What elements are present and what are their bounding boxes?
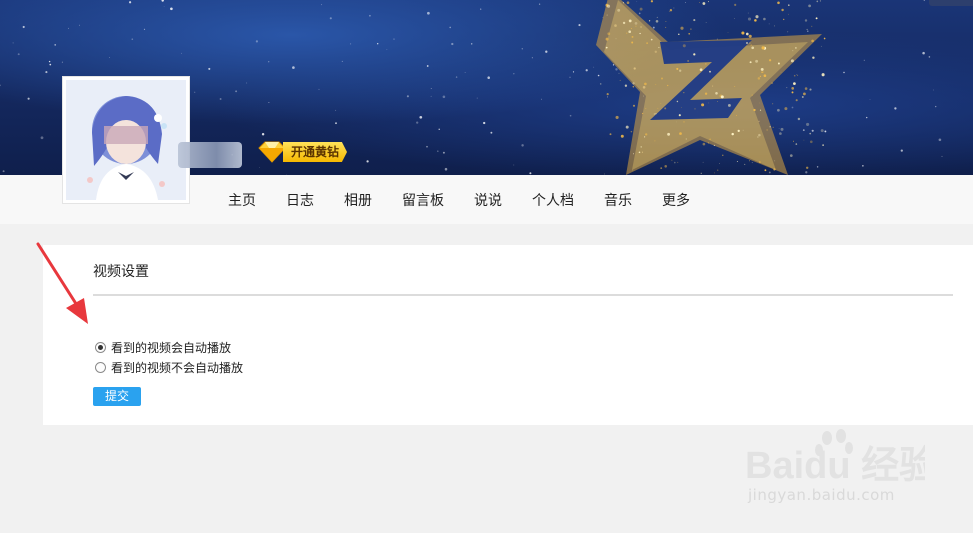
option-no-autoplay-label: 看到的视频不会自动播放 — [111, 361, 244, 375]
blurred-nickname — [178, 142, 242, 168]
nav-item-album[interactable]: 相册 — [344, 190, 372, 210]
submit-button[interactable]: 提交 — [93, 387, 141, 406]
panel-title: 视频设置 — [93, 264, 149, 280]
baidu-watermark-logo: Baidu 经验 — [745, 429, 925, 487]
nav-item-moments[interactable]: 说说 — [474, 190, 502, 210]
nav-item-home[interactable]: 主页 — [228, 190, 256, 210]
nav-list: 主页 日志 相册 留言板 说说 个人档 音乐 更多 — [228, 175, 720, 224]
panel-divider — [93, 294, 953, 296]
watermark-brand: Baidu 经验 — [745, 445, 925, 487]
nav-item-profile[interactable]: 个人档 — [532, 190, 574, 210]
option-autoplay-label: 看到的视频会自动播放 — [111, 341, 232, 355]
red-annotation-arrow-icon — [36, 242, 88, 324]
sparkle-star-logo — [596, 0, 826, 175]
nav-item-message-board[interactable]: 留言板 — [402, 190, 444, 210]
banner-corner-tab[interactable] — [929, 0, 973, 6]
option-no-autoplay[interactable]: 看到的视频不会自动播放 — [95, 359, 243, 376]
radio-no-autoplay[interactable] — [95, 362, 106, 373]
avatar[interactable] — [62, 76, 190, 204]
vip-upgrade-badge[interactable]: 开通黄钻 — [255, 140, 348, 164]
nav-item-blog[interactable]: 日志 — [286, 190, 314, 210]
nav-item-music[interactable]: 音乐 — [604, 190, 632, 210]
banner-top-text: · · · · · · — [60, 0, 127, 6]
option-autoplay[interactable]: 看到的视频会自动播放 — [95, 339, 231, 356]
avatar-image — [66, 80, 186, 200]
watermark-url: jingyan.baidu.com — [748, 486, 895, 504]
nav-item-more[interactable]: 更多 — [662, 190, 690, 210]
radio-autoplay[interactable] — [95, 342, 106, 353]
vip-upgrade-label: 开通黄钻 — [283, 142, 348, 162]
video-settings-panel: 视频设置 看到的视频会自动播放 看到的视频不会自动播放 提交 — [43, 245, 973, 425]
